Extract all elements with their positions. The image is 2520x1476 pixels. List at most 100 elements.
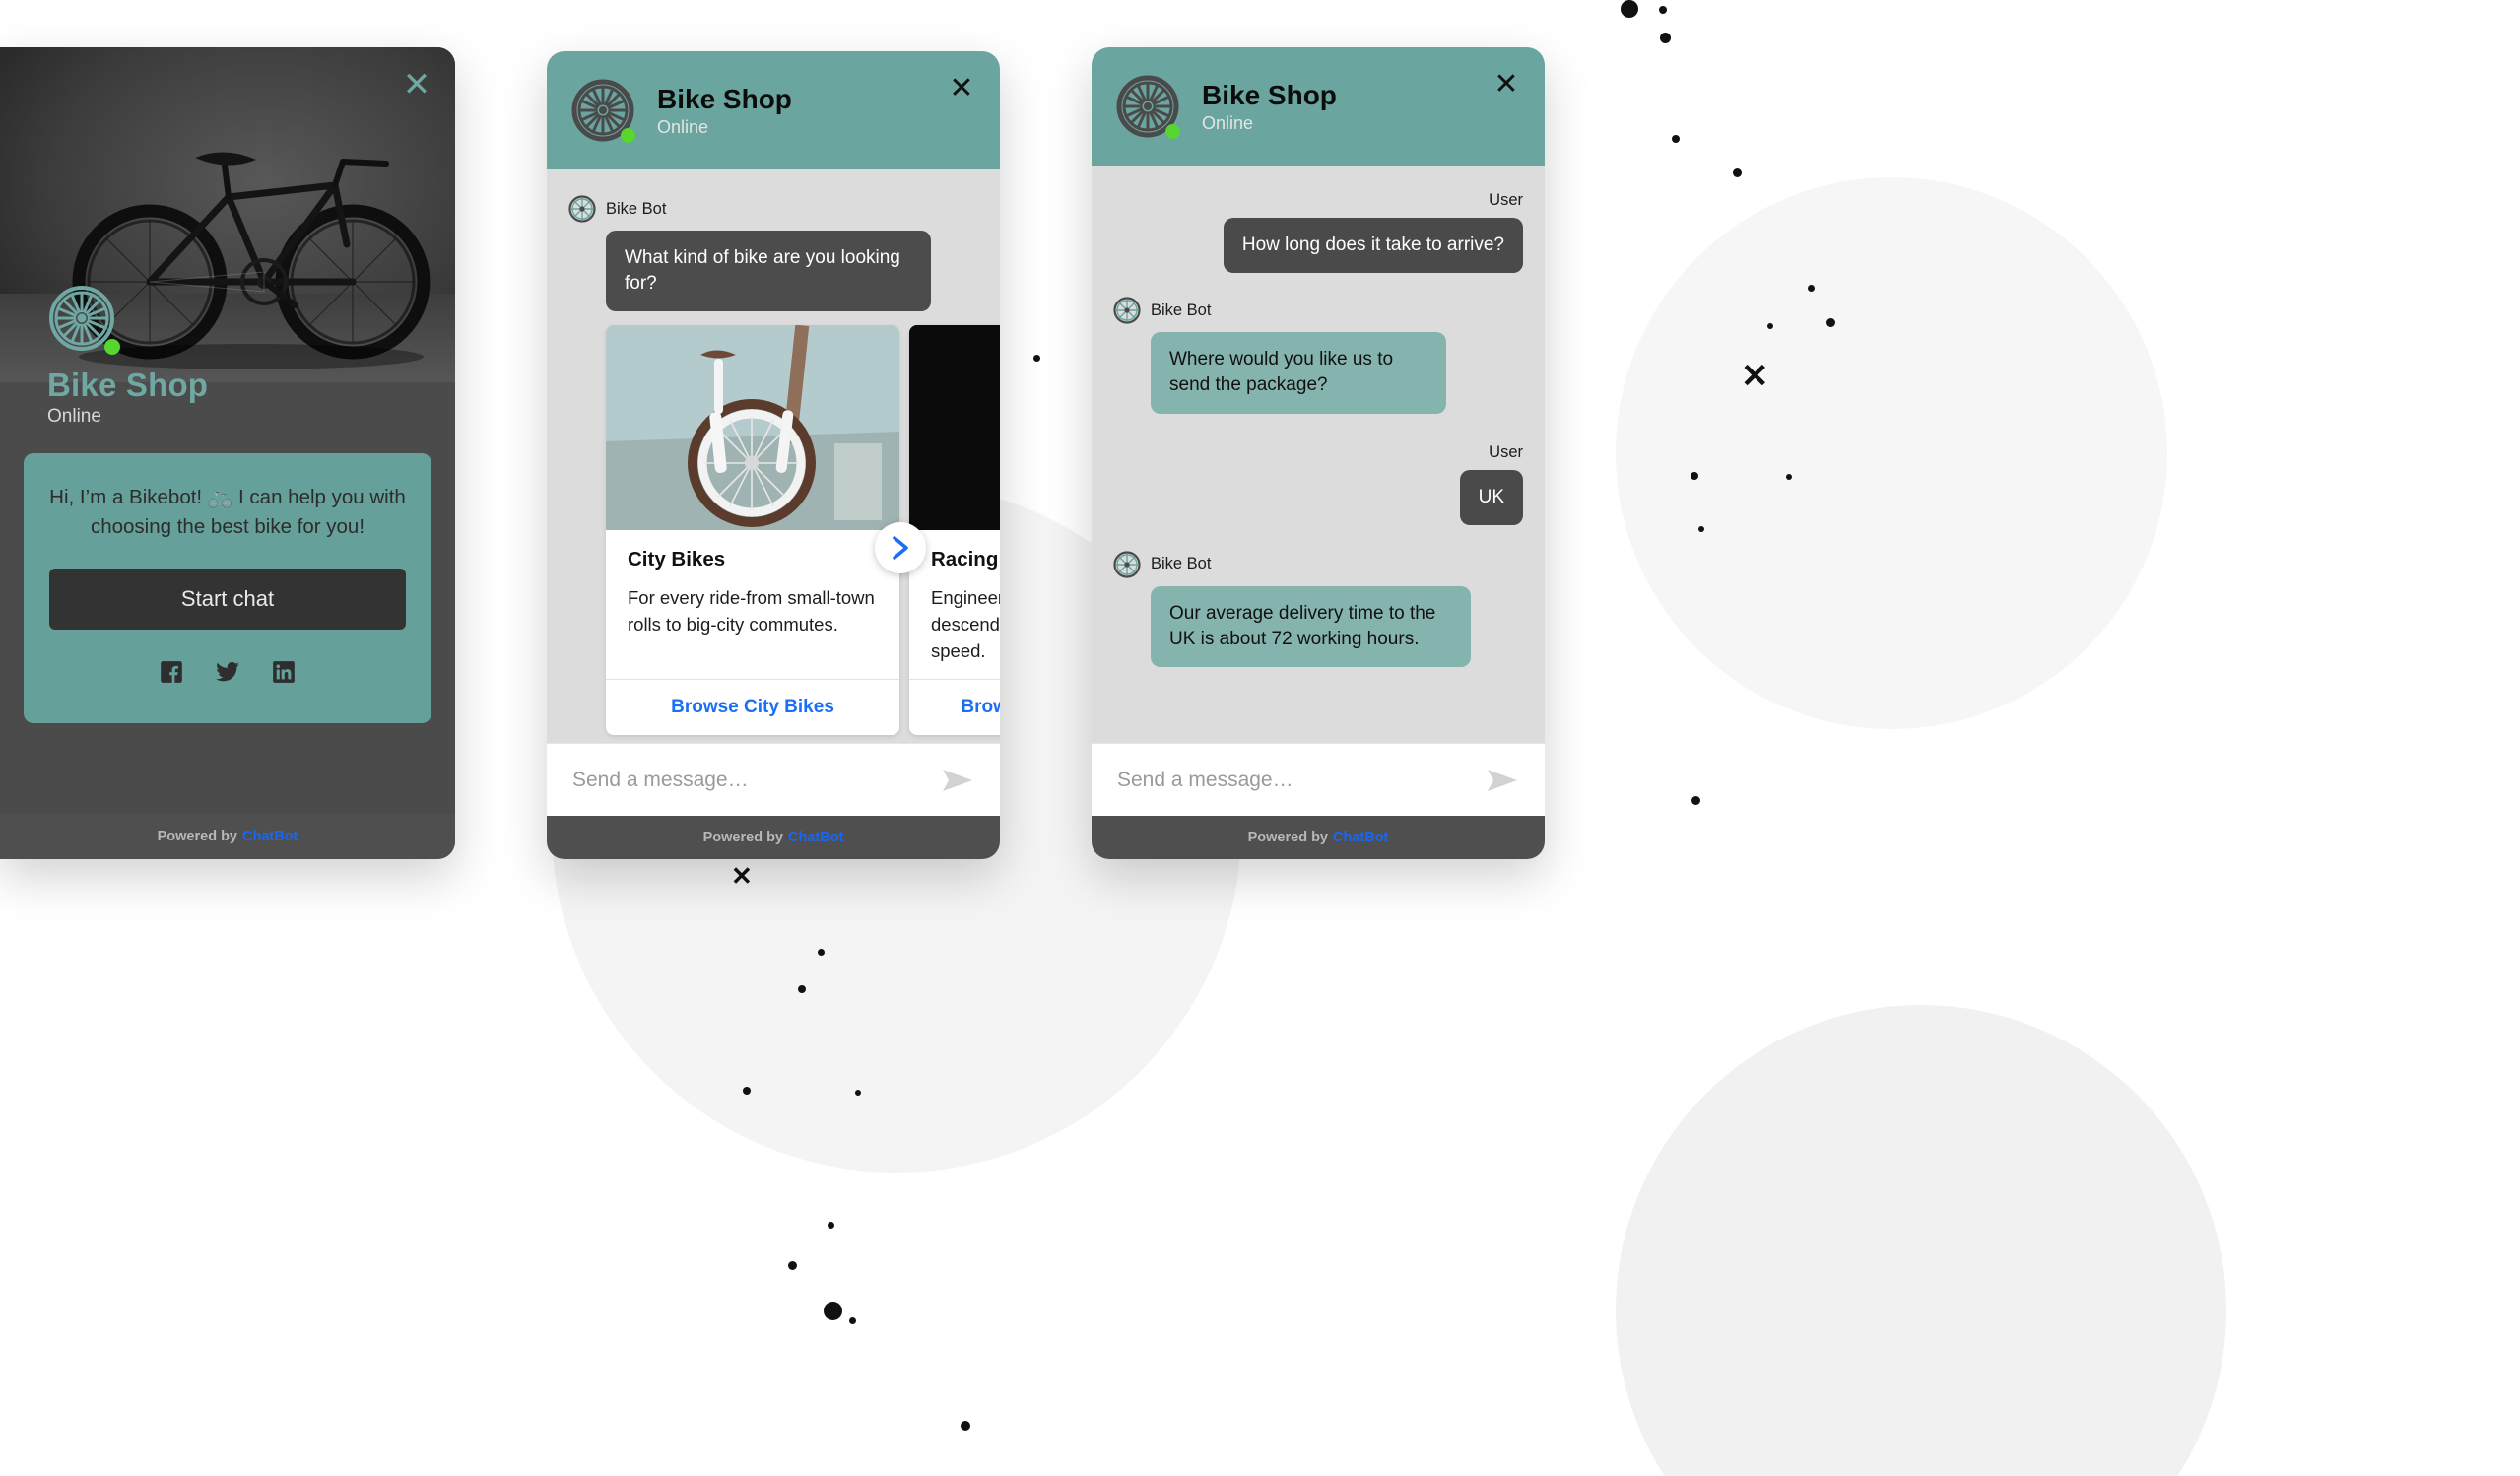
- racing-bike-photo: [909, 325, 1000, 531]
- sender-name: User: [1489, 191, 1523, 209]
- chatbot-link[interactable]: ChatBot: [788, 830, 843, 845]
- product-carousel: City Bikes For every ride-from small-tow…: [606, 325, 1000, 735]
- chat-header: Bike Shop Online ✕: [1092, 47, 1545, 166]
- product-description: For every ride-from small-town rolls to …: [628, 587, 875, 636]
- close-icon[interactable]: ✕: [1492, 70, 1521, 101]
- screenshot-stage: ✕ ✕ ✕ Bike Shop Online Hi, I’m a Bikebot…: [0, 0, 2520, 1476]
- footer-prefix: Powered by: [1247, 830, 1328, 845]
- footer-prefix: Powered by: [157, 829, 237, 844]
- message-bot: Bike Bot Our average delivery time to th…: [1113, 551, 1523, 668]
- sender-name: Bike Bot: [1151, 301, 1212, 319]
- status-label: Online: [47, 406, 101, 427]
- message-composer: [547, 743, 1000, 816]
- message-sender: User: [1113, 191, 1523, 210]
- chatbot-link[interactable]: ChatBot: [1333, 830, 1388, 845]
- decorative-dot: [818, 949, 825, 956]
- message-input[interactable]: [572, 768, 941, 792]
- message-sender: User: [1113, 443, 1523, 462]
- message-sender: Bike Bot: [1113, 551, 1523, 578]
- decorative-dot: [1767, 323, 1773, 329]
- welcome-widget: ✕ Bike Shop Online Hi, I’m a Bikebot! 🚲 …: [0, 47, 455, 859]
- header-text: Bike Shop Online: [1202, 80, 1337, 134]
- send-icon[interactable]: [941, 766, 974, 795]
- bike-wheel-icon: [1113, 551, 1141, 578]
- online-status-dot: [1165, 124, 1180, 139]
- chat-status: Online: [657, 116, 709, 137]
- message-bot: Bike Bot What kind of bike are you looki…: [568, 195, 978, 312]
- decorative-circle: [1616, 177, 2167, 729]
- message-sender: Bike Bot: [1113, 297, 1523, 324]
- decorative-dot: [1733, 168, 1742, 177]
- chatbot-link[interactable]: ChatBot: [242, 829, 298, 844]
- greeting-card: Hi, I’m a Bikebot! 🚲 I can help you with…: [24, 453, 431, 724]
- facebook-icon[interactable]: [159, 659, 184, 690]
- product-card[interactable]: Racing Bikes Engineered to climb and des…: [909, 325, 1000, 735]
- chat-header: Bike Shop Online ✕: [547, 51, 1000, 169]
- bubble-wrapper: Our average delivery time to the UK is a…: [1151, 585, 1523, 668]
- decorative-circle: [1616, 1005, 2226, 1476]
- decorative-dot: [1808, 285, 1815, 292]
- decorative-dot: [1621, 0, 1638, 18]
- close-icon[interactable]: ✕: [947, 74, 976, 104]
- send-icon[interactable]: [1486, 766, 1519, 795]
- decorative-dot: [788, 1261, 797, 1270]
- product-card[interactable]: City Bikes For every ride-from small-tow…: [606, 325, 899, 735]
- footer-prefix: Powered by: [702, 830, 783, 845]
- decorative-dot: [1672, 135, 1680, 143]
- chat-title: Bike Shop: [1202, 79, 1337, 110]
- brand-block: Bike Shop Online: [47, 284, 208, 428]
- decorative-dot: [849, 1317, 856, 1324]
- decorative-dot: [1786, 474, 1792, 480]
- chat-widget-delivery: Bike Shop Online ✕ User How long does it…: [1092, 47, 1545, 859]
- sender-name: Bike Bot: [606, 199, 667, 218]
- twitter-icon[interactable]: [214, 659, 241, 690]
- city-bike-photo: [606, 325, 899, 531]
- sender-name: User: [1489, 442, 1523, 461]
- product-card-body: City Bikes For every ride-from small-tow…: [606, 530, 899, 678]
- powered-by-footer: Powered by ChatBot: [547, 816, 1000, 859]
- message-input[interactable]: [1117, 768, 1486, 792]
- start-chat-button[interactable]: Start chat: [49, 569, 406, 631]
- decorative-dot: [828, 1222, 834, 1229]
- decorative-dot: [1691, 796, 1700, 805]
- close-icon[interactable]: ✕: [400, 68, 433, 102]
- bike-wheel-icon: [568, 195, 596, 223]
- chevron-right-icon: [893, 536, 908, 561]
- chat-title: Bike Shop: [657, 83, 792, 114]
- decorative-x-icon: ✕: [1741, 358, 1769, 395]
- message-bot: Bike Bot Where would you like us to send…: [1113, 297, 1523, 414]
- product-image-racing-bike: [909, 325, 1000, 531]
- chat-message-list: User How long does it take to arrive? Bi…: [1092, 166, 1545, 743]
- message-user: User How long does it take to arrive?: [1113, 191, 1523, 274]
- linkedin-icon[interactable]: [271, 659, 297, 690]
- message-bubble: What kind of bike are you looking for?: [606, 231, 931, 312]
- online-status-dot: [104, 339, 120, 355]
- decorative-x-icon: ✕: [731, 861, 753, 891]
- decorative-dot: [1691, 472, 1698, 480]
- page-title: Bike Shop: [47, 367, 209, 403]
- chat-widget-products: Bike Shop Online ✕ Bike Bot What kind of…: [547, 51, 1000, 859]
- decorative-dot: [1826, 318, 1835, 327]
- decorative-dot: [798, 985, 806, 993]
- message-sender: Bike Bot: [568, 195, 978, 223]
- chat-status: Online: [1202, 112, 1254, 133]
- decorative-dot: [961, 1421, 970, 1431]
- bike-wheel-icon: [1113, 297, 1141, 324]
- decorative-dot: [1660, 33, 1671, 43]
- browse-racing-bikes-button[interactable]: Browse Racing Bikes: [909, 678, 1000, 735]
- bubble-wrapper: Where would you like us to send the pack…: [1151, 332, 1523, 414]
- powered-by-footer: Powered by ChatBot: [1092, 816, 1545, 859]
- decorative-dot: [855, 1090, 861, 1096]
- chat-message-list: Bike Bot What kind of bike are you looki…: [547, 169, 1000, 743]
- bubble-wrapper: What kind of bike are you looking for?: [606, 231, 978, 312]
- avatar: [1115, 74, 1180, 139]
- decorative-dot: [1033, 355, 1040, 362]
- sender-name: Bike Bot: [1151, 555, 1212, 573]
- message-bubble: How long does it take to arrive?: [1223, 218, 1523, 274]
- online-status-dot: [621, 128, 635, 143]
- browse-city-bikes-button[interactable]: Browse City Bikes: [606, 678, 899, 735]
- product-image-city-bike: [606, 325, 899, 531]
- product-title: City Bikes: [628, 548, 726, 571]
- decorative-dot: [1698, 526, 1704, 532]
- message-user: User UK: [1113, 443, 1523, 525]
